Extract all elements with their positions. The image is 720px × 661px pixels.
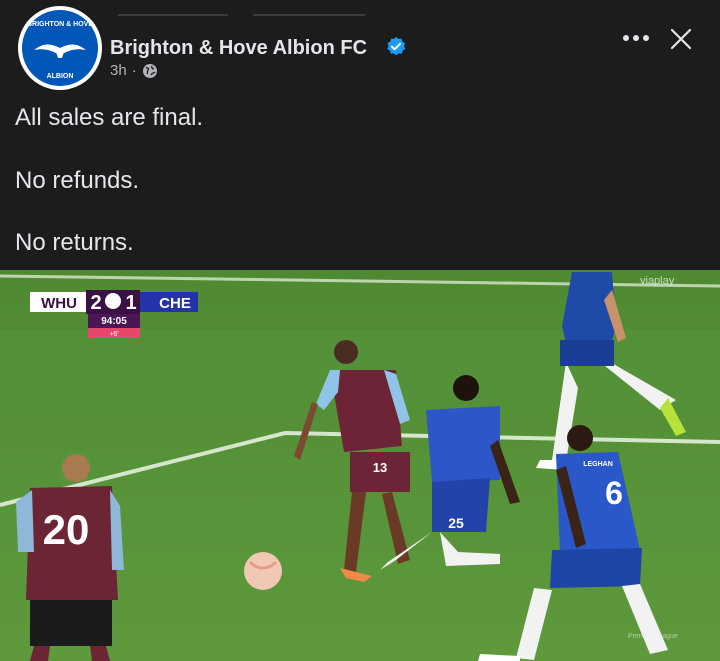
more-options-icon	[623, 35, 629, 41]
more-options-button[interactable]	[616, 26, 656, 50]
page-avatar[interactable]: BRIGHTON & HOVE ALBION	[18, 6, 102, 90]
post-meta: 3h ·	[110, 62, 158, 79]
crest-seagull-icon: BRIGHTON & HOVE ALBION	[27, 21, 93, 80]
runner-shirt-number: 13	[373, 460, 387, 475]
svg-text:BRIGHTON & HOVE: BRIGHTON & HOVE	[27, 21, 93, 28]
close-icon[interactable]	[666, 24, 696, 54]
meta-separator: ·	[131, 62, 137, 79]
page-name-link[interactable]: Brighton & Hove Albion FC	[110, 37, 367, 60]
svg-text:ALBION: ALBION	[47, 73, 74, 80]
post-time[interactable]: 3h	[110, 62, 127, 79]
away-score: 1	[125, 292, 136, 314]
post-header: BRIGHTON & HOVE ALBION Brighton & Hove A…	[0, 0, 720, 95]
top-divider	[118, 14, 368, 16]
post-photo[interactable]: WHU 2 1 CHE 94:05 +6' viaplay 13 25 20 6…	[0, 270, 720, 661]
avatar-text-bottom: ALBION	[47, 73, 74, 80]
avatar-text-top: BRIGHTON & HOVE	[27, 21, 93, 28]
caption-line-2: No refunds.	[15, 167, 140, 194]
kneeling-shirt-number: 25	[448, 515, 464, 531]
broadcaster-logo: viaplay	[640, 275, 675, 287]
player-shirt-number-20: 20	[43, 506, 90, 553]
home-score: 2	[90, 292, 101, 314]
player-shirt-number-6: 6	[605, 475, 623, 511]
match-still-image: WHU 2 1 CHE 94:05 +6' viaplay 13 25 20 6…	[0, 270, 720, 661]
match-clock: 94:05	[101, 316, 127, 327]
premier-league-lion-icon	[105, 293, 121, 309]
verified-badge-icon	[387, 36, 406, 56]
caption-line-1: All sales are final.	[15, 104, 204, 131]
watermark: Premier League	[628, 633, 678, 640]
added-time: +6'	[109, 331, 118, 338]
home-team-abbr: WHU	[41, 295, 77, 312]
globe-icon	[142, 63, 157, 78]
away-team-abbr: CHE	[159, 295, 191, 312]
player-name-on-shirt: LEGHAN	[583, 461, 613, 468]
caption-line-3: No returns.	[15, 229, 134, 256]
match-ball	[244, 552, 282, 590]
